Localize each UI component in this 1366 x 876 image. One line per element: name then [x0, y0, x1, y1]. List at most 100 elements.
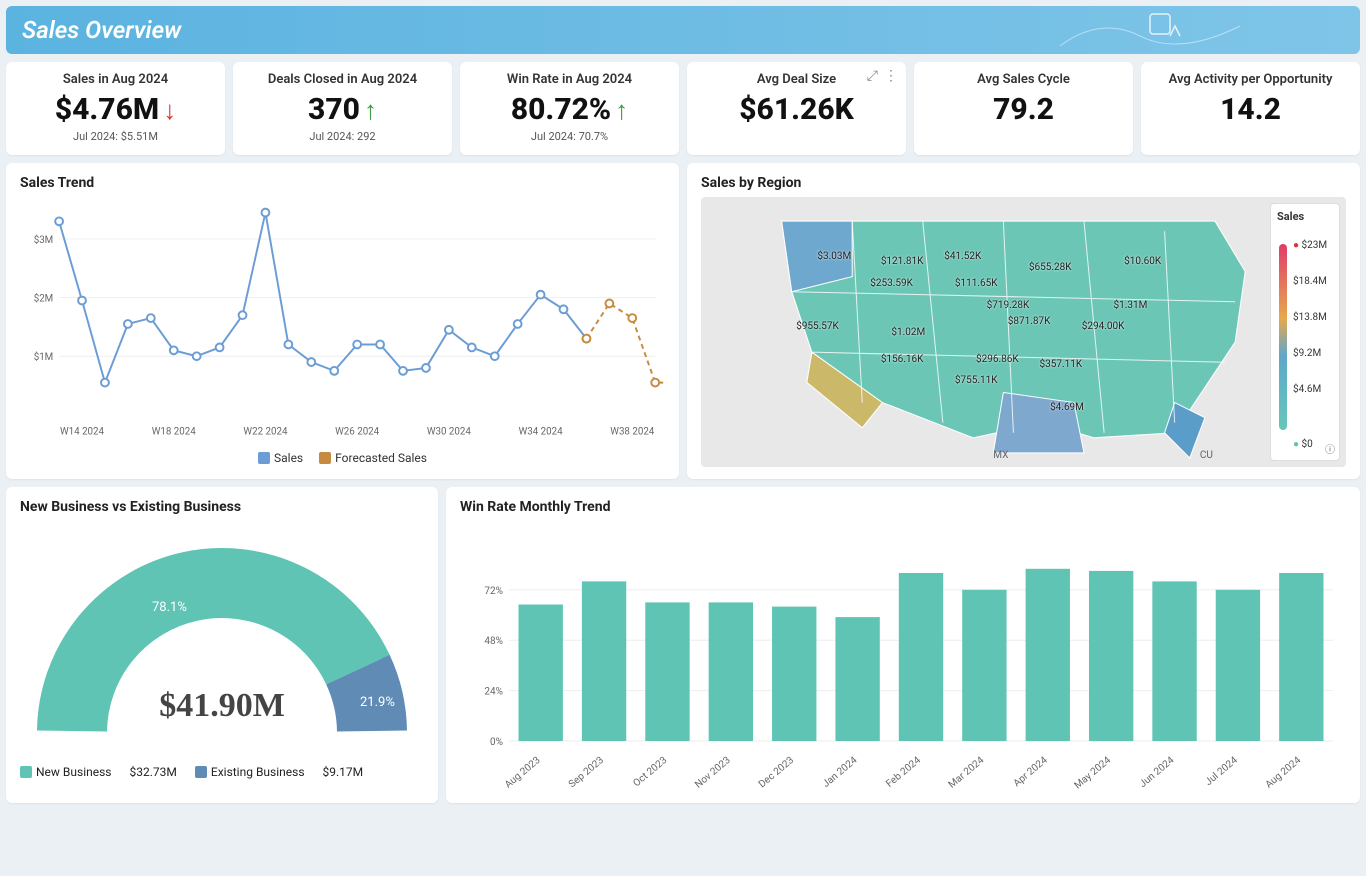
new-vs-existing-panel[interactable]: New Business vs Existing Business 78.1% … [6, 487, 438, 803]
country-label-cu: CU [1200, 450, 1213, 461]
map-value-label: $3.03M [817, 251, 851, 262]
svg-text:May 2024: May 2024 [1072, 755, 1113, 791]
legend-new[interactable]: New Business [20, 765, 112, 779]
svg-text:Aug 2024: Aug 2024 [1264, 755, 1304, 791]
map-value-label: $719.28K [987, 300, 1030, 311]
header-decoration [1060, 6, 1260, 54]
svg-text:W18 2024: W18 2024 [152, 426, 197, 437]
info-icon[interactable]: ⓘ [1325, 441, 1335, 456]
svg-text:Aug 2023: Aug 2023 [503, 755, 543, 791]
panel-title: Sales by Region [701, 175, 1346, 191]
more-icon[interactable]: ⋮ [884, 68, 898, 84]
svg-text:$3M: $3M [34, 235, 54, 246]
biz-legend: New Business $32.73M Existing Business $… [20, 765, 424, 779]
svg-text:72%: 72% [484, 586, 503, 597]
map-value-label: $4.69M [1050, 402, 1084, 413]
map-value-label: $655.28K [1029, 262, 1072, 273]
svg-text:Mar 2024: Mar 2024 [947, 755, 987, 791]
map-value-label: $1.02M [891, 327, 925, 338]
map-value-label: $1.31M [1114, 300, 1148, 311]
svg-text:Dec 2023: Dec 2023 [757, 755, 796, 790]
map-value-label: $41.52K [944, 251, 981, 262]
winrate-trend-panel[interactable]: Win Rate Monthly Trend 0%24%48%72%Aug 20… [446, 487, 1360, 803]
kpi-sub: Jul 2024: 292 [309, 130, 375, 143]
kpi-value: 79.2 [993, 93, 1054, 126]
map-value-label: $871.87K [1008, 316, 1051, 327]
svg-text:Feb 2024: Feb 2024 [884, 755, 923, 790]
svg-text:W22 2024: W22 2024 [243, 426, 288, 437]
kpi-value: $4.76M↓ [55, 93, 176, 126]
svg-text:$2M: $2M [34, 293, 54, 304]
kpi-value: 14.2 [1220, 93, 1281, 126]
kpi-title: Win Rate in Aug 2024 [507, 72, 632, 87]
svg-text:W34 2024: W34 2024 [519, 426, 564, 437]
map-value-label: $755.11K [955, 375, 998, 386]
svg-text:$1M: $1M [34, 352, 54, 363]
winrate-chart: 0%24%48%72%Aug 2023Sep 2023Oct 2023Nov 2… [460, 521, 1346, 791]
kpi-winrate[interactable]: Win Rate in Aug 2024 80.72%↑ Jul 2024: 7… [460, 62, 679, 155]
gauge-chart: 78.1% 21.9% $41.90M [20, 521, 424, 761]
map-value-label: $121.81K [881, 256, 924, 267]
kpi-value: 370↑ [308, 93, 377, 126]
sales-trend-legend: Sales Forecasted Sales [20, 451, 665, 465]
sales-region-map[interactable]: MX CU Sales ● $23M $18.4M $13.8M $9.2M $… [701, 197, 1346, 467]
page-title: Sales Overview [22, 16, 181, 44]
svg-text:W38 2024: W38 2024 [610, 426, 655, 437]
legend-existing[interactable]: Existing Business [195, 765, 305, 779]
map-value-label: $10.60K [1124, 256, 1161, 267]
trend-up-icon: ↑ [615, 96, 628, 126]
svg-text:0%: 0% [490, 737, 503, 748]
kpi-value: $61.26K [739, 93, 854, 126]
map-value-label: $253.59K [870, 278, 913, 289]
panel-title: Win Rate Monthly Trend [460, 499, 1346, 515]
svg-text:Apr 2024: Apr 2024 [1012, 755, 1050, 790]
svg-text:W26 2024: W26 2024 [335, 426, 380, 437]
map-value-label: $296.86K [976, 354, 1019, 365]
sales-trend-panel[interactable]: Sales Trend $1M $2M $3M W14 2024 W18 2024 W22… [6, 163, 679, 479]
panel-title: New Business vs Existing Business [20, 499, 424, 515]
expand-icon[interactable]: ⤢ [867, 68, 878, 84]
map-value-label: $111.65K [955, 278, 998, 289]
existing-pct: 21.9% [360, 695, 395, 710]
page-header: Sales Overview [6, 6, 1360, 54]
trend-down-icon: ↓ [163, 96, 176, 126]
map-legend: Sales ● $23M $18.4M $13.8M $9.2M $4.6M ●… [1270, 203, 1340, 461]
panel-title: Sales Trend [20, 175, 665, 191]
kpi-dealsize[interactable]: ⤢ ⋮ Avg Deal Size $61.26K [687, 62, 906, 155]
kpi-value: 80.72%↑ [511, 93, 628, 126]
kpi-sub: Jul 2024: 70.7% [531, 130, 608, 143]
legend-existing-val: $9.17M [323, 765, 364, 779]
trend-up-icon: ↑ [364, 96, 377, 126]
kpi-title: Sales in Aug 2024 [63, 72, 168, 87]
map-value-label: $357.11K [1039, 359, 1082, 370]
svg-text:Jun 2024: Jun 2024 [1138, 755, 1177, 790]
kpi-salescycle[interactable]: Avg Sales Cycle 79.2 [914, 62, 1133, 155]
map-value-label: $955.57K [796, 321, 839, 332]
sales-region-panel[interactable]: Sales by Region [687, 163, 1360, 479]
kpi-title: Avg Deal Size [757, 72, 836, 87]
svg-text:Sep 2023: Sep 2023 [567, 755, 606, 790]
legend-forecast[interactable]: Forecasted Sales [319, 451, 427, 465]
svg-text:24%: 24% [484, 687, 503, 698]
map-value-label: $294.00K [1082, 321, 1125, 332]
new-pct: 78.1% [152, 600, 187, 615]
map-legend-title: Sales [1277, 210, 1333, 223]
gauge-total: $41.90M [159, 687, 285, 724]
kpi-sub: Jul 2024: $5.51M [73, 130, 158, 143]
legend-sales[interactable]: Sales [258, 451, 303, 465]
svg-text:Jan 2024: Jan 2024 [821, 755, 860, 790]
svg-text:Nov 2023: Nov 2023 [693, 755, 733, 791]
sales-trend-chart: $1M $2M $3M W14 2024 W18 2024 W22 2024 W26 202… [20, 197, 665, 447]
map-value-label: $156.16K [881, 354, 924, 365]
svg-text:W30 2024: W30 2024 [427, 426, 472, 437]
kpi-deals[interactable]: Deals Closed in Aug 2024 370↑ Jul 2024: … [233, 62, 452, 155]
kpi-sales[interactable]: Sales in Aug 2024 $4.76M↓ Jul 2024: $5.5… [6, 62, 225, 155]
kpi-title: Avg Sales Cycle [977, 72, 1070, 87]
kpi-activity[interactable]: Avg Activity per Opportunity 14.2 [1141, 62, 1360, 155]
svg-text:W14 2024: W14 2024 [60, 426, 105, 437]
legend-new-val: $32.73M [130, 765, 177, 779]
kpi-title: Deals Closed in Aug 2024 [268, 72, 417, 87]
svg-text:Oct 2023: Oct 2023 [631, 755, 669, 789]
svg-text:Jul 2024: Jul 2024 [1203, 755, 1240, 788]
country-label-mx: MX [993, 450, 1009, 461]
